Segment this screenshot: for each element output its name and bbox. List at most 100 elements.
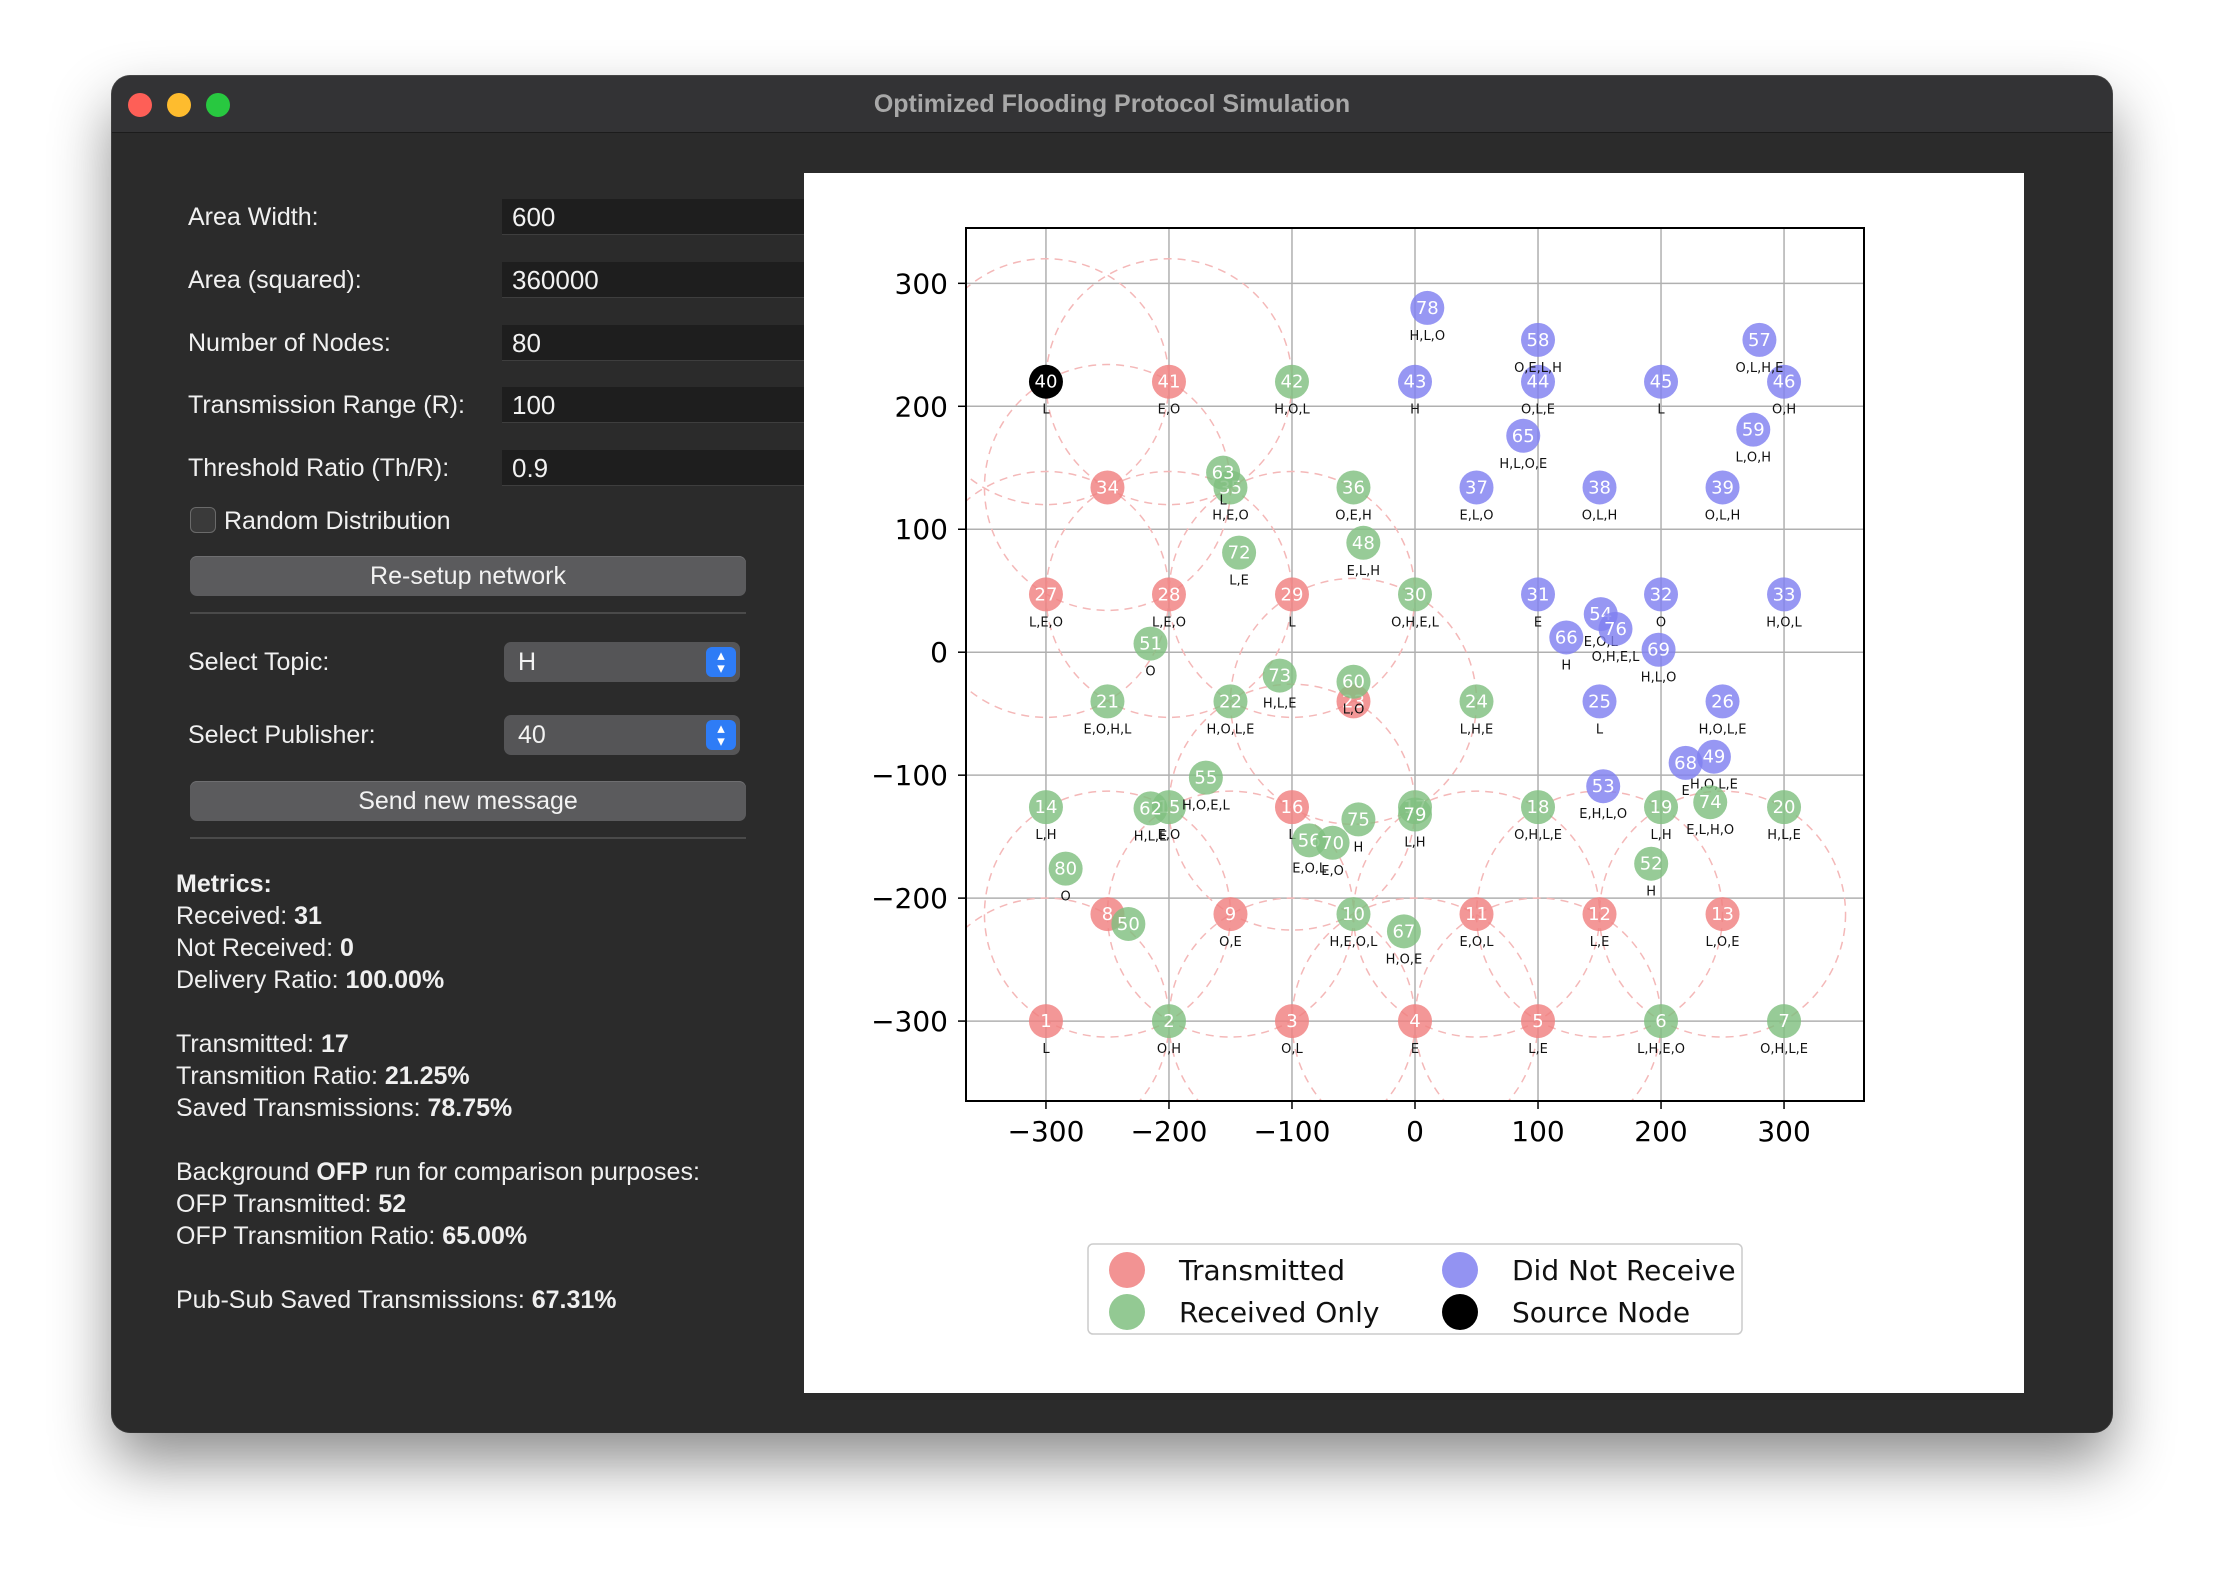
node-topics-label: O,E	[1219, 935, 1242, 950]
node-id-label: 28	[1158, 584, 1181, 605]
node-topics-label: L,H	[1035, 828, 1056, 843]
node-id-label: 24	[1465, 691, 1488, 712]
node-topics-label: O,E,H	[1335, 508, 1372, 523]
grid-lines	[966, 228, 1864, 1101]
node-id-label: 42	[1281, 372, 1304, 393]
topic-select[interactable]: H ▴ ▾	[504, 642, 740, 682]
app-window: Optimized Flooding Protocol Simulation A…	[112, 76, 2112, 1432]
send-new-message-button[interactable]: Send new message	[190, 781, 746, 821]
node-id-label: 69	[1647, 640, 1670, 661]
node-id-label: 66	[1555, 627, 1578, 648]
y-tick-label: −100	[871, 759, 948, 792]
area-squared-label: Area (squared):	[188, 266, 362, 294]
node-topics-label: H,O,L,E	[1207, 722, 1255, 737]
node-topics-label: L,H,E	[1460, 722, 1494, 737]
node-topics-label: O,H,E,L	[1391, 615, 1440, 630]
node-topics-label: O,H,E,L	[1592, 650, 1641, 665]
node-topics-label: H,E,O,L	[1330, 935, 1379, 950]
saved-transmissions-label: Saved Transmissions:	[176, 1094, 428, 1122]
threshold-ratio-label: Threshold Ratio (Th/R):	[188, 454, 450, 482]
node-topics-label: H	[1561, 658, 1571, 673]
y-tick-label: 300	[895, 267, 948, 300]
node-topics-label: E	[1534, 615, 1542, 630]
node-topics-label: L,O,E	[1706, 935, 1740, 950]
node-topics-label: E,L,H	[1347, 564, 1381, 579]
node-topics-label: E,H,L,O	[1579, 807, 1627, 822]
random-distribution-checkbox[interactable]	[190, 507, 216, 533]
node-id-label: 33	[1773, 584, 1796, 605]
node-id-label: 72	[1228, 543, 1251, 564]
network-chart-svg: 1 L 2 O,H 3 O,L 4 E 5 L,E 6 L,H,E,O 7 O,H,L,E 8 9 O,E 10 H…	[871, 227, 1865, 1335]
ofp-ratio-label: OFP Transmition Ratio:	[176, 1222, 443, 1250]
node-topics-label: O,H	[1772, 403, 1796, 418]
node-id-label: 16	[1281, 797, 1304, 818]
node-topics-label: O,L,H	[1582, 508, 1618, 523]
x-tick-label: 100	[1511, 1115, 1564, 1148]
node-id-label: 4	[1409, 1011, 1420, 1032]
metrics-heading: Metrics:	[176, 870, 272, 898]
node-topics-label: L	[1657, 403, 1665, 418]
node-topics-label: H,L,O	[1641, 671, 1677, 686]
node-id-label: 10	[1342, 904, 1365, 925]
node-topics-label: O,L	[1281, 1042, 1303, 1057]
legend-label: Transmitted	[1178, 1254, 1345, 1287]
x-tick-label: 0	[1406, 1115, 1424, 1148]
title-bar: Optimized Flooding Protocol Simulation	[112, 76, 2112, 133]
network-plot: 1 L 2 O,H 3 O,L 4 E 5 L,E 6 L,H,E,O 7 O,H,L,E 8 9 O,E 10 H…	[804, 173, 2024, 1393]
separator	[190, 837, 746, 839]
node-id-label: 51	[1139, 634, 1162, 655]
node-topics-label: H,L,O,E	[1499, 457, 1547, 472]
node-topics-label: E	[1682, 784, 1690, 799]
node-id-label: 7	[1778, 1011, 1789, 1032]
node-id-label: 76	[1604, 619, 1627, 640]
node-topics-label: O,L,H,E	[1736, 361, 1784, 376]
node-topics-label: L,H,E,O	[1637, 1042, 1685, 1057]
node-topics-label: H,O,L	[1766, 615, 1802, 630]
node-id-label: 48	[1352, 533, 1375, 554]
node-id-label: 62	[1139, 798, 1162, 819]
pubsub-saved-label: Pub-Sub Saved Transmissions:	[176, 1286, 532, 1314]
node-id-label: 53	[1592, 776, 1615, 797]
node-topics-label: O	[1656, 615, 1666, 630]
node-id-label: 75	[1347, 809, 1370, 830]
node-id-label: 65	[1512, 426, 1535, 447]
ofp-ratio-value: 65.00%	[442, 1222, 528, 1250]
node-topics-label: E,O	[1321, 864, 1344, 879]
node-topics-label: L,E	[1229, 574, 1249, 589]
legend: Transmitted Received Only Did Not Receive S…	[1087, 1243, 1743, 1335]
node-topics-label: O,H,L,E	[1760, 1042, 1808, 1057]
node-id-label: 52	[1640, 854, 1663, 875]
publisher-select[interactable]: 40 ▴ ▾	[504, 715, 740, 755]
legend-label: Did Not Receive	[1512, 1254, 1736, 1287]
node-topics-label: H,O,E	[1386, 952, 1423, 967]
node-topics-label: O,H,L,E	[1514, 828, 1562, 843]
x-tick-label: −300	[1008, 1115, 1085, 1148]
node-id-label: 40	[1035, 372, 1058, 393]
node-topics-label: O	[1061, 890, 1071, 905]
topic-select-value: H	[518, 648, 537, 676]
node-topics-label: O,L,H	[1705, 508, 1741, 523]
node-topics-label: H	[1410, 403, 1420, 418]
legend-marker	[1442, 1294, 1478, 1330]
node-topics-label: H,L,E	[1263, 697, 1297, 712]
node-topics-label: L,E	[1528, 1042, 1548, 1057]
node-id-label: 34	[1096, 477, 1119, 498]
resetup-network-button[interactable]: Re-setup network	[190, 556, 746, 596]
node-id-label: 19	[1650, 797, 1673, 818]
transmitted-value: 17	[320, 1030, 349, 1058]
delivery-ratio-label: Delivery Ratio:	[176, 966, 346, 994]
node-topics-label: H,L,E	[1767, 828, 1801, 843]
y-tick-label: 0	[930, 636, 948, 669]
node-id-label: 36	[1342, 477, 1365, 498]
node-topics-label: L,H	[1404, 836, 1425, 851]
publisher-select-value: 40	[518, 721, 546, 749]
node-topics-label: L	[1596, 722, 1604, 737]
node-topics-label: L	[1219, 494, 1227, 509]
node-topics-label: L	[1288, 615, 1296, 630]
transmission-range-label: Transmission Range (R):	[188, 391, 465, 419]
area-width-label: Area Width:	[188, 203, 319, 231]
transmitted-label: Transmitted:	[176, 1030, 321, 1058]
legend-label: Received Only	[1179, 1296, 1379, 1329]
node-id-label: 2	[1163, 1011, 1174, 1032]
node-topics-label: E,L,H,O	[1686, 823, 1734, 838]
